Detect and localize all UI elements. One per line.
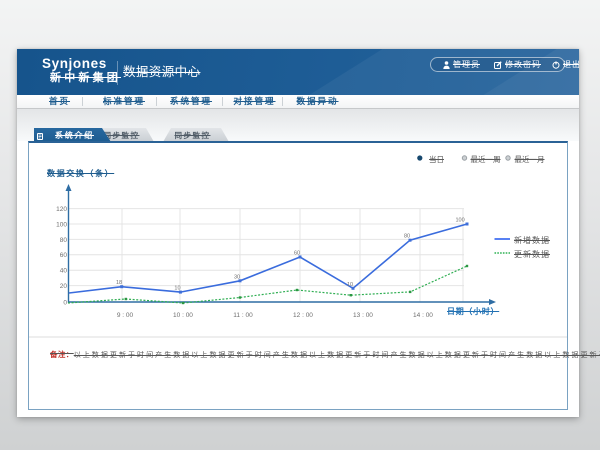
- svg-text:11 : 00: 11 : 00: [233, 312, 253, 319]
- svg-text:20: 20: [60, 283, 68, 290]
- svg-text:18: 18: [116, 280, 122, 286]
- svg-text:0: 0: [63, 299, 67, 306]
- svg-text:10 : 00: 10 : 00: [173, 312, 193, 319]
- svg-text:14 : 00: 14 : 00: [413, 312, 433, 319]
- svg-text:120: 120: [56, 206, 67, 213]
- svg-text:100: 100: [456, 218, 465, 224]
- svg-text:60: 60: [60, 252, 68, 259]
- svg-text:12 : 00: 12 : 00: [293, 312, 313, 319]
- svg-text:60: 60: [294, 251, 300, 257]
- svg-text:30: 30: [234, 274, 240, 280]
- svg-text:80: 80: [60, 237, 68, 244]
- svg-text:100: 100: [56, 221, 67, 228]
- svg-text:9 : 00: 9 : 00: [117, 312, 134, 319]
- svg-text:13 : 00: 13 : 00: [353, 312, 373, 319]
- svg-text:10: 10: [174, 286, 180, 292]
- svg-text:10: 10: [347, 282, 353, 288]
- svg-text:40: 40: [60, 268, 68, 275]
- svg-text:80: 80: [404, 234, 410, 240]
